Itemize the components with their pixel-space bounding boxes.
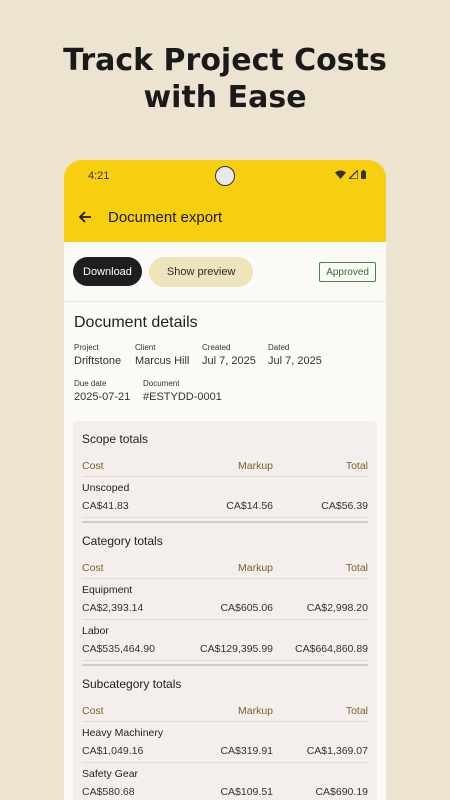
row-values: CA$1,049.16 CA$319.91 CA$1,369.07 [82, 745, 368, 757]
category-totals-title: Category totals [82, 534, 163, 548]
col-total: Total [345, 704, 368, 717]
meta-row-2: Due date 2025-07-21 Document #ESTYDD-000… [74, 379, 376, 403]
row-name: Heavy Machinery [82, 727, 164, 739]
total-value: CA$664,860.89 [295, 643, 368, 655]
document-details: Document details Project Driftstone Clie… [64, 302, 386, 403]
meta-due-date: Due date 2025-07-21 [74, 379, 143, 403]
meta-value: #ESTYDD-0001 [143, 391, 222, 403]
col-cost: Cost [82, 704, 104, 717]
total-value: CA$690.19 [315, 786, 368, 798]
meta-label: Created [202, 343, 231, 352]
meta-project: Project Driftstone [74, 343, 135, 367]
meta-label: Due date [74, 379, 107, 388]
row-name: Equipment [82, 584, 133, 596]
headline-line-2: with Ease [143, 80, 307, 115]
meta-label: Document [143, 379, 180, 388]
row-values: CA$535,464.90 CA$129,395.99 CA$664,860.8… [82, 643, 368, 655]
table-row: Safety Gear CA$580.68 CA$109.51 CA$690.1… [82, 763, 368, 800]
col-markup: Markup [237, 704, 273, 717]
signal-icon [347, 168, 359, 182]
meta-dated: Dated Jul 7, 2025 [268, 343, 322, 367]
cost-value: CA$580.68 [82, 786, 135, 798]
meta-created: Created Jul 7, 2025 [202, 343, 268, 367]
column-headers: Cost Markup Total [82, 557, 368, 579]
markup-value: CA$109.51 [220, 786, 273, 798]
cost-value: CA$535,464.90 [82, 643, 155, 655]
scope-totals-title: Scope totals [82, 432, 149, 446]
column-headers: Cost Markup Total [82, 700, 368, 722]
total-value: CA$56.39 [321, 500, 368, 512]
table-row: Labor CA$535,464.90 CA$129,395.99 CA$664… [82, 620, 368, 661]
meta-document: Document #ESTYDD-0001 [143, 379, 222, 403]
cost-value: CA$41.83 [82, 500, 129, 512]
meta-value: Marcus Hill [135, 355, 190, 367]
meta-value: Driftstone [74, 355, 122, 367]
download-button[interactable]: Download [73, 257, 142, 286]
meta-value: Jul 7, 2025 [268, 355, 322, 367]
details-title: Document details [74, 314, 198, 331]
app-bar-title: Document export [108, 208, 223, 226]
table-row: Heavy Machinery CA$1,049.16 CA$319.91 CA… [82, 722, 368, 763]
row-values: CA$2,393.14 CA$605.06 CA$2,998.20 [82, 602, 368, 614]
status-bar: 4:21 [64, 160, 386, 192]
promo-headline: Track Project Costs with Ease [0, 42, 450, 116]
meta-value: Jul 7, 2025 [202, 355, 256, 367]
total-value: CA$1,369.07 [306, 745, 368, 757]
col-markup: Markup [237, 561, 273, 574]
status-time: 4:21 [88, 170, 110, 182]
markup-value: CA$14.56 [226, 500, 273, 512]
app-bar: Document export [64, 192, 386, 242]
meta-client: Client Marcus Hill [135, 343, 202, 367]
battery-icon [361, 170, 366, 182]
section-divider [82, 521, 368, 523]
wifi-icon [335, 170, 346, 182]
status-icons [335, 168, 366, 182]
cost-value: CA$1,049.16 [82, 745, 144, 757]
section-divider [82, 664, 368, 666]
markup-value: CA$129,395.99 [200, 643, 273, 655]
meta-label: Client [135, 343, 156, 352]
column-headers: Cost Markup Total [82, 455, 368, 477]
col-markup: Markup [237, 459, 273, 472]
total-value: CA$2,998.20 [306, 602, 368, 614]
col-cost: Cost [82, 561, 104, 574]
table-row: Equipment CA$2,393.14 CA$605.06 CA$2,998… [82, 579, 368, 620]
status-badge: Approved [319, 262, 376, 282]
meta-value: 2025-07-21 [74, 391, 131, 403]
row-name: Labor [82, 625, 109, 637]
markup-value: CA$319.91 [220, 745, 273, 757]
phone-screen: 4:21 Document export Download Show previ… [64, 160, 386, 800]
back-arrow-icon[interactable] [78, 210, 92, 224]
meta-label: Project [74, 343, 99, 352]
action-row: Download Show preview Approved [64, 242, 386, 302]
camera-cutout [215, 166, 235, 186]
headline-line-1: Track Project Costs [63, 43, 387, 78]
meta-label: Dated [268, 343, 290, 352]
row-name: Safety Gear [82, 768, 139, 780]
meta-row-1: Project Driftstone Client Marcus Hill Cr… [74, 343, 376, 367]
row-values: CA$580.68 CA$109.51 CA$690.19 [82, 786, 368, 798]
markup-value: CA$605.06 [220, 602, 273, 614]
col-total: Total [345, 561, 368, 574]
subcategory-totals-title: Subcategory totals [82, 677, 182, 691]
table-row: Unscoped CA$41.83 CA$14.56 CA$56.39 [82, 477, 368, 518]
totals-card: Scope totals Cost Markup Total Unscoped … [73, 421, 377, 800]
row-values: CA$41.83 CA$14.56 CA$56.39 [82, 500, 368, 512]
row-name: Unscoped [82, 482, 130, 494]
cost-value: CA$2,393.14 [82, 602, 144, 614]
col-total: Total [345, 459, 368, 472]
col-cost: Cost [82, 459, 104, 472]
show-preview-button[interactable]: Show preview [148, 256, 254, 287]
